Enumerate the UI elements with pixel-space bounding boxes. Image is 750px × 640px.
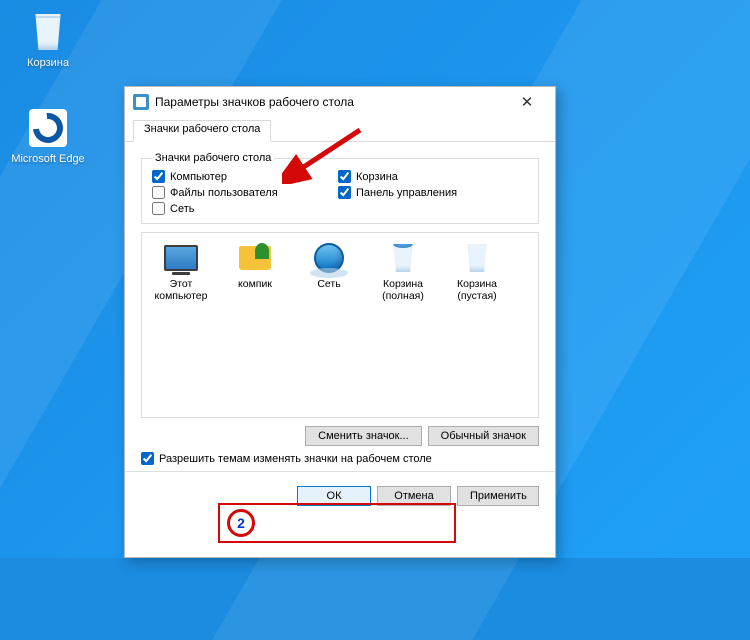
check-allow-themes[interactable]: Разрешить темам изменять значки на рабоч… [141, 452, 539, 465]
check-control-panel-box[interactable] [338, 186, 351, 199]
tab-desktop-icons[interactable]: Значки рабочего стола [133, 120, 271, 142]
separator [125, 471, 555, 472]
desktop-icon-recycle-bin[interactable]: Корзина [10, 10, 86, 69]
check-label: Сеть [170, 203, 194, 215]
change-icon-button[interactable]: Сменить значок... [305, 426, 422, 446]
check-label: Панель управления [356, 187, 457, 199]
desktop-icon-edge[interactable]: Microsoft Edge [10, 106, 86, 165]
button-label: ОК [327, 490, 342, 502]
check-network-box[interactable] [152, 202, 165, 215]
check-recycle-bin-box[interactable] [338, 170, 351, 183]
edge-icon [26, 106, 70, 150]
desktop-icon-label: Microsoft Edge [10, 153, 86, 165]
desktop-icon-settings-dialog: Параметры значков рабочего стола ✕ Значк… [124, 86, 556, 558]
user-folder-icon [235, 241, 275, 275]
preview-kompik[interactable]: компик [222, 239, 288, 302]
preview-label: компик [222, 278, 288, 290]
check-network[interactable]: Сеть [152, 202, 320, 215]
button-label: Обычный значок [441, 430, 526, 442]
check-label: Файлы пользователя [170, 187, 278, 199]
dialog-icon [133, 94, 149, 110]
tab-label: Значки рабочего стола [144, 123, 260, 135]
check-allow-themes-box[interactable] [141, 452, 154, 465]
preview-label: Этот компьютер [148, 278, 214, 302]
recycle-bin-empty-icon [457, 241, 497, 275]
desktop-icon-label: Корзина [10, 57, 86, 69]
check-label: Компьютер [170, 171, 227, 183]
check-control-panel[interactable]: Панель управления [338, 186, 457, 199]
button-label: Сменить значок... [318, 430, 409, 442]
cancel-button[interactable]: Отмена [377, 486, 451, 506]
network-globe-icon [309, 241, 349, 275]
group-desktop-icons: Значки рабочего стола Компьютер Файлы по… [141, 152, 539, 224]
preview-label: Сеть [296, 278, 362, 290]
close-button[interactable]: ✕ [507, 93, 547, 111]
preview-label: Корзина (пустая) [444, 278, 510, 302]
check-user-files-box[interactable] [152, 186, 165, 199]
monitor-icon [161, 241, 201, 275]
recycle-bin-full-icon [383, 241, 423, 275]
apply-button[interactable]: Применить [457, 486, 539, 506]
check-label: Разрешить темам изменять значки на рабоч… [159, 453, 432, 465]
preview-this-pc[interactable]: Этот компьютер [148, 239, 214, 302]
check-computer[interactable]: Компьютер [152, 170, 320, 183]
preview-bin-empty[interactable]: Корзина (пустая) [444, 239, 510, 302]
preview-network[interactable]: Сеть [296, 239, 362, 302]
button-label: Отмена [394, 490, 433, 502]
group-legend: Значки рабочего стола [152, 152, 274, 164]
default-icon-button[interactable]: Обычный значок [428, 426, 539, 446]
preview-label: Корзина (полная) [370, 278, 436, 302]
dialog-title: Параметры значков рабочего стола [155, 95, 354, 109]
ok-button[interactable]: ОК [297, 486, 371, 506]
icon-preview-pane[interactable]: Этот компьютер компик Сеть Корзина (полн… [141, 232, 539, 418]
tab-strip: Значки рабочего стола [125, 119, 555, 142]
check-label: Корзина [356, 171, 398, 183]
titlebar[interactable]: Параметры значков рабочего стола ✕ [125, 87, 555, 117]
check-computer-box[interactable] [152, 170, 165, 183]
check-user-files[interactable]: Файлы пользователя [152, 186, 320, 199]
recycle-bin-icon [26, 10, 70, 54]
check-recycle-bin[interactable]: Корзина [338, 170, 457, 183]
preview-bin-full[interactable]: Корзина (полная) [370, 239, 436, 302]
button-label: Применить [470, 490, 527, 502]
